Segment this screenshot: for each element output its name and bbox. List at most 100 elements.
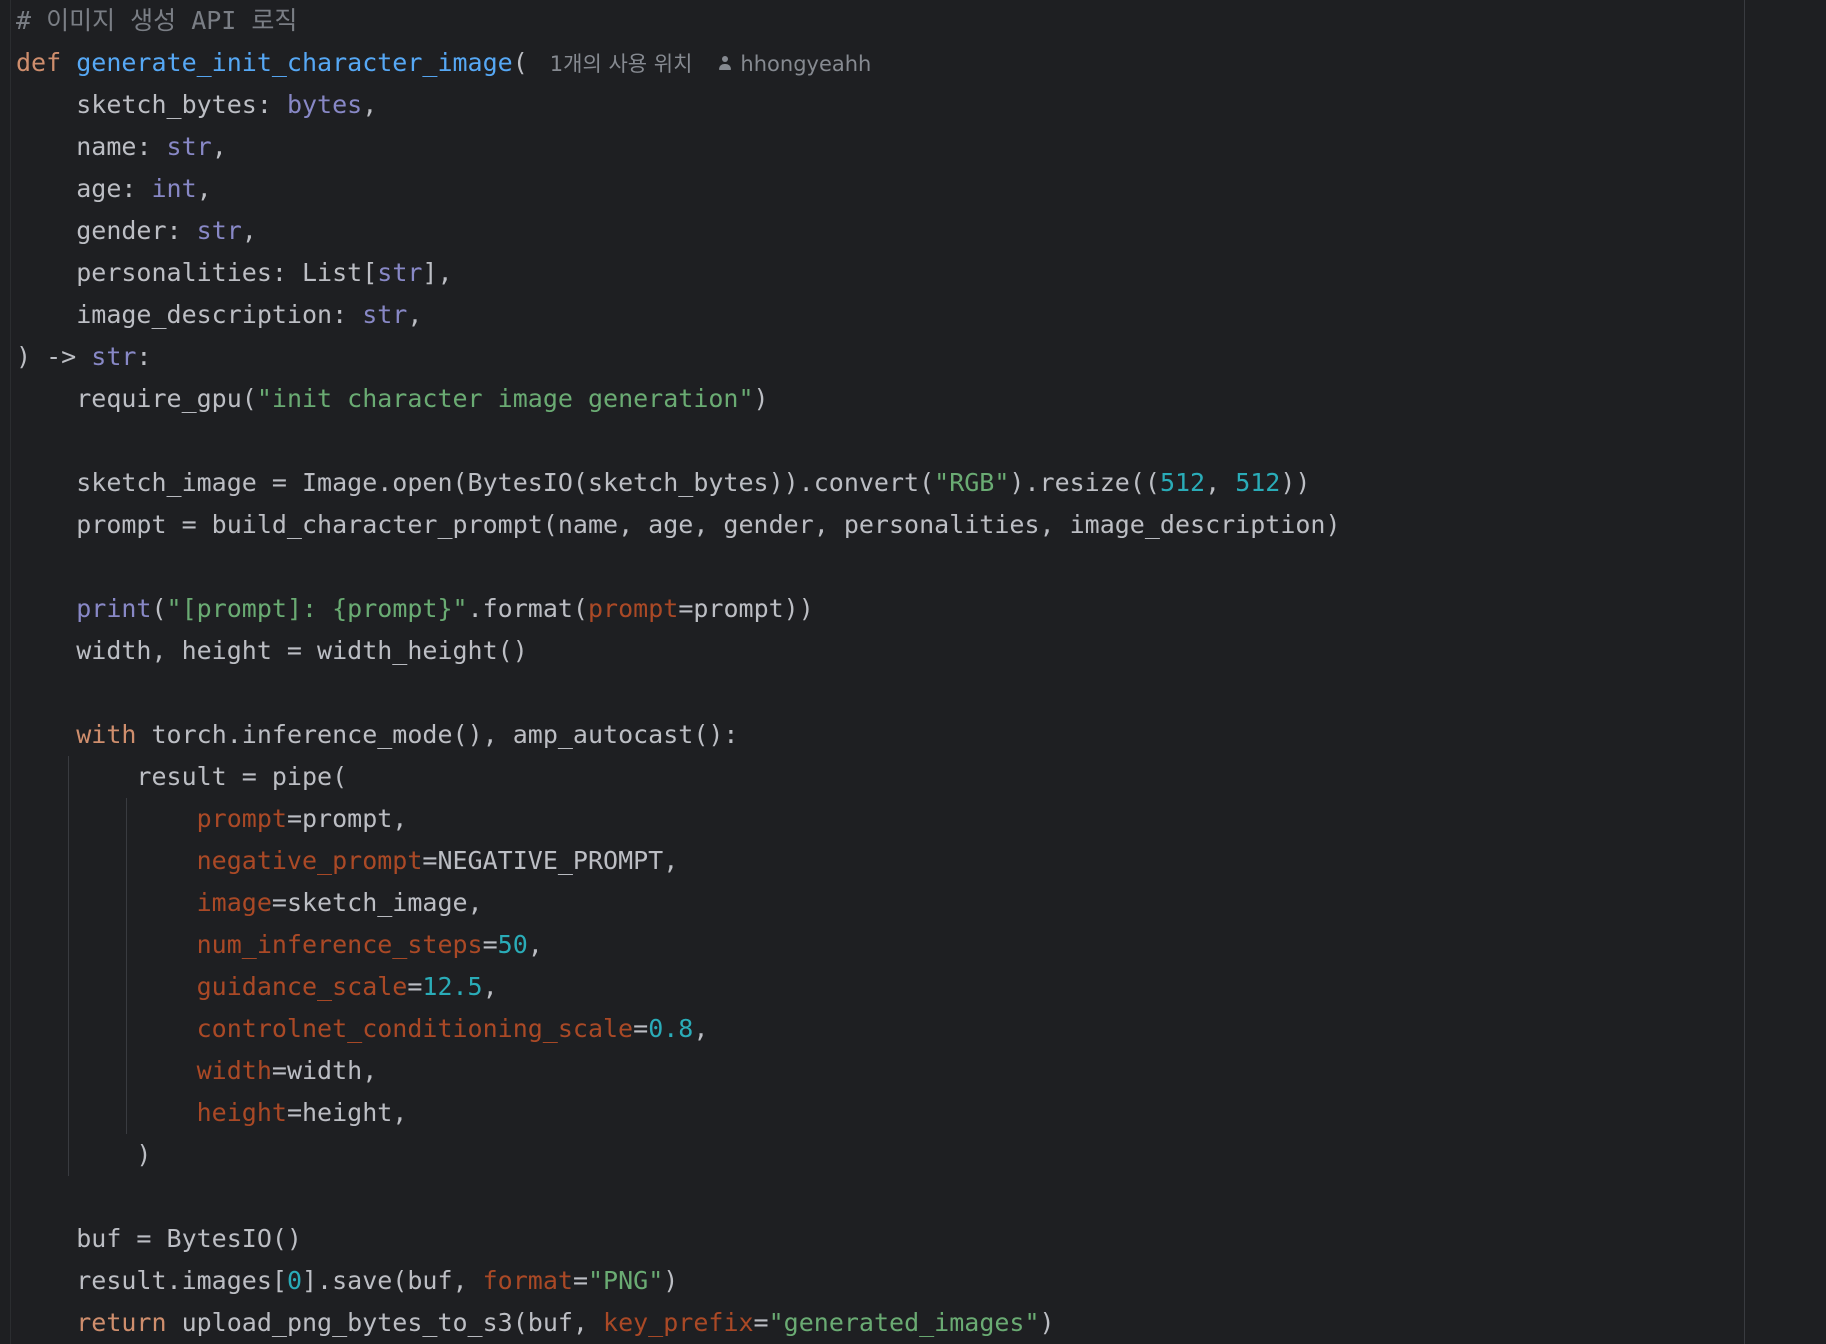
kwarg-width: width — [196, 1056, 272, 1085]
kwarg-height-value: =height, — [286, 1098, 408, 1127]
kwarg-guidance-scale: guidance_scale — [196, 972, 408, 1001]
code-line-30: buf = BytesIO() — [16, 1218, 1341, 1260]
code-line-1: # 이미지 생성 API 로직 — [16, 0, 1341, 42]
kwarg-image: image — [196, 888, 272, 917]
kwarg-width-value: =width, — [271, 1056, 378, 1085]
code-line-27: height=height, — [16, 1092, 1341, 1134]
code-line-22: image=sketch_image, — [16, 882, 1341, 924]
format-call: .format( — [467, 594, 588, 623]
param-age: age — [76, 174, 122, 203]
resize-call: ).resize(( — [1009, 468, 1160, 497]
code-line-19: result = pipe( — [16, 756, 1341, 798]
save-call-mid: ].save(buf, — [302, 1266, 483, 1295]
kwarg-key-prefix: key_prefix — [603, 1308, 754, 1337]
comment-text: # 이미지 생성 API 로직 — [16, 6, 298, 35]
controlnet-scale-value: 0.8 — [648, 1014, 694, 1043]
sketch-image-assign: sketch_image = Image.open(BytesIO(sketch… — [76, 468, 935, 497]
rgb-string: "RGB" — [934, 468, 1010, 497]
result-pipe-call: result = pipe( — [136, 762, 348, 791]
with-context: torch.inference_mode(), amp_autocast(): — [136, 720, 739, 749]
person-icon — [718, 56, 732, 72]
prompt-assign: prompt = build_character_prompt(name, ag… — [76, 510, 1341, 539]
save-call-start: result.images[ — [76, 1266, 287, 1295]
code-line-32: return upload_png_bytes_to_s3(buf, key_p… — [76, 1308, 1055, 1337]
kwarg-negative-prompt-value: =NEGATIVE_PROMPT, — [422, 846, 679, 875]
kwarg-prompt-value: =prompt, — [286, 804, 408, 833]
code-line-31: result.images[0].save(buf, format="PNG") — [76, 1266, 679, 1295]
code-line-13: prompt = build_character_prompt(name, ag… — [16, 504, 1341, 546]
param-sketch-bytes: sketch_bytes — [76, 90, 257, 119]
type-str: str — [196, 216, 242, 245]
size-width: 512 — [1159, 468, 1206, 497]
code-line-6: gender: str, — [76, 216, 257, 245]
param-image-description: image_description — [76, 300, 333, 329]
code-line-28: ) — [16, 1134, 1341, 1176]
require-gpu-call: require_gpu( — [76, 384, 257, 413]
generated-images-string: "generated_images" — [768, 1308, 1040, 1337]
code-editor[interactable]: # 이미지 생성 API 로직 def generate_init_charac… — [0, 0, 1826, 1344]
type-list: List[ — [302, 258, 378, 287]
code-line-8: image_description: str, — [76, 300, 423, 329]
code-line-7: personalities: List[str], — [76, 258, 453, 287]
code-line-15: print("[prompt]: {prompt}".format(prompt… — [76, 594, 814, 623]
code-area[interactable]: # 이미지 생성 API 로직 def generate_init_charac… — [16, 0, 1341, 1344]
print-string: "[prompt]: {prompt}" — [166, 594, 468, 623]
width-height-assign: width, height = width_height() — [76, 636, 528, 665]
png-string: "PNG" — [588, 1266, 664, 1295]
require-gpu-arg: "init character image generation" — [256, 384, 754, 413]
param-gender: gender — [76, 216, 167, 245]
type-bytes: bytes — [286, 90, 363, 119]
keyword-def: def — [16, 48, 62, 77]
upload-call: upload_png_bytes_to_s3(buf, — [166, 1308, 604, 1337]
code-line-21: negative_prompt=NEGATIVE_PROMPT, — [16, 840, 1341, 882]
kwarg-prompt: prompt — [588, 594, 679, 623]
kwarg-num-inference-steps: num_inference_steps — [196, 930, 483, 959]
type-str: str — [91, 342, 137, 371]
author-hint[interactable]: hhongyeahh — [718, 52, 871, 76]
kwarg-prompt: prompt — [196, 804, 287, 833]
code-line-25: controlnet_conditioning_scale=0.8, — [196, 1014, 709, 1043]
kwarg-negative-prompt: negative_prompt — [196, 846, 423, 875]
code-line-9: ) -> str: — [16, 342, 152, 371]
kwarg-format: format — [482, 1266, 573, 1295]
code-line-24: guidance_scale=12.5, — [196, 972, 498, 1001]
code-line-12: sketch_image = Image.open(BytesIO(sketch… — [76, 468, 1311, 497]
type-str: str — [362, 300, 408, 329]
code-line-4: name: str, — [76, 132, 227, 161]
gutter-divider — [10, 0, 11, 1344]
code-line-5: age: int, — [76, 174, 212, 203]
open-paren: ( — [512, 48, 528, 77]
type-int: int — [151, 174, 197, 203]
keyword-return: return — [76, 1308, 167, 1337]
type-str: str — [377, 258, 423, 287]
code-line-20: prompt=prompt, — [16, 798, 1341, 840]
num-inference-steps-value: 50 — [497, 930, 528, 959]
keyword-with: with — [76, 720, 137, 749]
close-paren: ) — [136, 1140, 152, 1169]
param-name: name — [76, 132, 137, 161]
kwarg-controlnet-scale: controlnet_conditioning_scale — [196, 1014, 634, 1043]
param-personalities: personalities — [76, 258, 272, 287]
buf-assign: buf = BytesIO() — [76, 1224, 302, 1253]
right-margin-guide — [1744, 0, 1745, 1344]
kwarg-height: height — [196, 1098, 287, 1127]
guidance-scale-value: 12.5 — [422, 972, 483, 1001]
code-line-16: width, height = width_height() — [16, 630, 1341, 672]
size-height: 512 — [1235, 468, 1281, 497]
code-line-23: num_inference_steps=50, — [196, 930, 543, 959]
code-line-10: require_gpu("init character image genera… — [76, 384, 769, 413]
code-line-2: def generate_init_character_image(1개의 사용… — [16, 42, 1341, 84]
function-name[interactable]: generate_init_character_image — [76, 48, 513, 77]
code-line-3: sketch_bytes: bytes, — [76, 90, 378, 119]
code-line-26: width=width, — [16, 1050, 1341, 1092]
image-index: 0 — [286, 1266, 302, 1295]
usages-hint[interactable]: 1개의 사용 위치 — [550, 52, 693, 76]
code-line-18: with torch.inference_mode(), amp_autocas… — [16, 714, 1341, 756]
return-arrow: ) -> — [16, 342, 92, 371]
kwarg-prompt-value: =prompt)) — [678, 594, 814, 623]
author-name: hhongyeahh — [740, 52, 872, 76]
